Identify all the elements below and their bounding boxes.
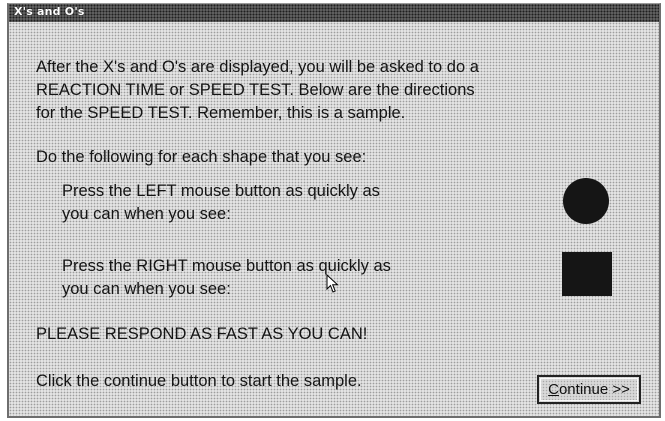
circle-icon [563, 178, 609, 224]
right-instruction-line-1: Press the RIGHT mouse button as quickly … [62, 257, 391, 275]
continue-prompt: Click the continue button to start the s… [36, 372, 362, 390]
respond-fast-notice: PLEASE RESPOND AS FAST AS YOU CAN! [36, 325, 368, 343]
continue-accelerator: C [548, 381, 559, 398]
intro-line-3: for the SPEED TEST. Remember, this is a … [36, 104, 406, 122]
right-instruction-line-2: you can when you see: [62, 280, 231, 298]
intro-line-2: REACTION TIME or SPEED TEST. Below are t… [36, 81, 475, 99]
title-bar[interactable]: X's and O's [9, 4, 659, 22]
square-icon [562, 252, 612, 296]
dialog-window: X's and O's After the X's and O's are di… [7, 3, 661, 418]
intro-line-1: After the X's and O's are displayed, you… [36, 58, 479, 76]
window-title: X's and O's [14, 5, 85, 18]
left-instruction-line-1: Press the LEFT mouse button as quickly a… [62, 182, 380, 200]
left-instruction-line-2: you can when you see: [62, 205, 231, 223]
continue-label: ontinue >> [558, 381, 630, 398]
instruction-heading: Do the following for each shape that you… [36, 148, 367, 166]
mouse-cursor-icon [326, 274, 339, 293]
continue-button[interactable]: Continue >> [537, 375, 641, 404]
